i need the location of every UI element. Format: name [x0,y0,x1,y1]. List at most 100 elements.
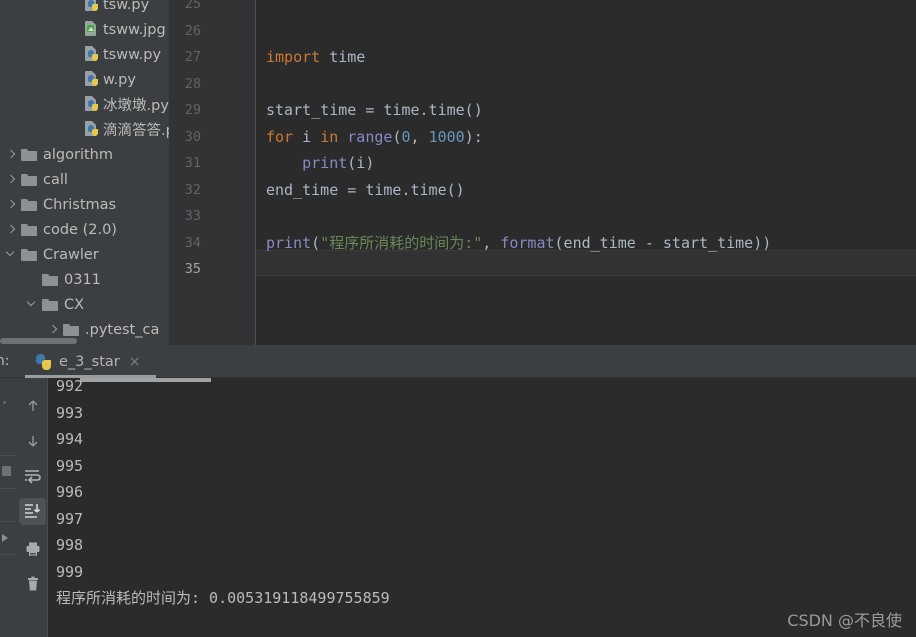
tree-item[interactable]: call [0,167,68,192]
tree-item[interactable]: w.py [0,67,136,92]
tree-item-label: call [43,171,68,188]
folder-icon [21,223,37,236]
code-token: for [266,127,294,146]
folder-icon [21,248,37,261]
clear-all-button[interactable] [19,571,46,598]
console-line: 998 [56,536,84,554]
tree-item[interactable]: tsw.py [0,0,149,17]
code-token: 0 [401,127,411,146]
up-arrow-icon [28,400,37,411]
up-arrow-button[interactable] [19,393,46,420]
tree-horizontal-scrollbar[interactable] [0,338,77,344]
tree-item-label: tsww.jpg [103,21,166,38]
console-line: 993 [56,403,84,422]
strip-icon-2[interactable] [2,534,8,542]
folder-icon [63,323,79,336]
chevron-right-icon[interactable] [48,324,59,335]
print-icon [26,542,39,556]
line-number: 29 [184,102,201,118]
chevron-right-icon[interactable] [6,224,17,235]
line-number: 31 [184,155,201,171]
folder-icon [21,198,37,211]
down-arrow-button[interactable] [19,428,46,455]
chevron-down-icon[interactable] [6,249,17,260]
code-token: print [302,154,348,172]
run-tool-window: un: e_3_star × [0,345,916,637]
code-token: ): [464,127,483,146]
tree-item[interactable]: 0311 [0,267,101,292]
tree-item[interactable]: code (2.0) [0,217,117,242]
code-line[interactable]: print(i) [266,150,374,177]
run-tab-label: e_3_star [59,353,120,370]
code-line[interactable]: for i in range(0, 1000): [266,124,483,151]
run-console-output[interactable]: 992 993 994 995 996 997 998 999 程序所消耗的时间为: 0.005… [48,378,916,637]
console-line: 995 [56,456,84,475]
editor-area: tsw.py tsww.jpg tsww.py w.py 冰墩墩.py 滴滴答答.py al… [0,0,916,345]
tree-item-label: 0311 [64,271,101,288]
tree-item-label: tsww.py [103,46,162,63]
tree-item[interactable]: CX [0,292,84,317]
code-editor[interactable]: import time start_time = time.time() for i… [256,0,916,322]
code-token: , [482,233,501,252]
run-console-toolbar[interactable] [16,378,48,637]
code-token: end_time = time.time() [266,180,465,199]
code-token: start_time = time.time() [266,101,483,119]
line-number: 34 [184,234,201,251]
editor-gutter[interactable]: 25 26 27 28 29 30 31 32 33 34 35 [169,0,256,322]
chevron-right-icon[interactable] [6,174,17,185]
python-file-icon [84,46,99,63]
tree-item-label: w.py [103,71,136,88]
soft-wrap-button[interactable] [19,463,46,490]
python-file-icon [84,0,99,13]
close-icon[interactable]: × [129,355,141,369]
run-window-label: un: [0,353,10,369]
code-token: 1000 [428,127,465,146]
tree-item[interactable]: Christmas [0,192,116,217]
console-line: 994 [56,430,84,448]
code-token: (i) [347,154,375,172]
tree-item[interactable]: 冰墩墩.py [0,92,169,117]
tree-item[interactable]: algorithm [0,142,113,167]
tree-item-label: Crawler [43,246,99,263]
console-line: 992 [56,378,84,395]
tree-item[interactable]: tsww.py [0,42,161,67]
python-file-icon [84,71,99,88]
console-line: 999 [56,562,84,581]
python-file-icon [84,96,99,113]
tree-item[interactable]: 滴滴答答.py [0,117,169,142]
tree-item[interactable]: tsww.jpg [0,17,166,42]
console-scrollbar[interactable] [80,378,211,382]
tree-item[interactable]: Crawler [0,242,99,267]
code-line[interactable]: start_time = time.time() [266,97,483,124]
chevron-right-icon[interactable] [6,199,17,210]
code-token: , [410,127,429,146]
editor-empty-area [256,322,916,345]
tree-item-label: algorithm [43,146,113,163]
code-line[interactable]: end_time = time.time() [266,177,465,204]
scroll-to-end-button[interactable] [19,498,46,525]
console-line: 程序所消耗的时间为: 0.005319118499755859 [56,589,390,607]
code-line[interactable]: import time [266,44,365,71]
strip-icon-1[interactable] [2,466,11,476]
folder-icon [21,148,37,161]
print-button[interactable] [19,536,46,563]
code-token: range [347,127,393,146]
folder-icon [42,298,58,311]
code-token: (end_time - start_time)) [554,233,772,252]
code-token: i [293,127,321,146]
chevron-right-icon[interactable] [6,149,17,160]
code-line[interactable]: print("程序所消耗的时间为:", format(end_time - st… [266,230,771,257]
chevron-down-icon[interactable] [27,299,38,310]
project-file-tree[interactable]: tsw.py tsww.jpg tsww.py w.py 冰墩墩.py 滴滴答答.py al… [0,0,169,345]
editor-gutter-bottom [169,322,256,345]
run-tool-window-header: un: e_3_star × [0,345,916,378]
console-line: 997 [56,509,84,528]
down-arrow-icon [28,436,37,447]
run-tab-e-3-star[interactable]: e_3_star × [30,349,146,374]
